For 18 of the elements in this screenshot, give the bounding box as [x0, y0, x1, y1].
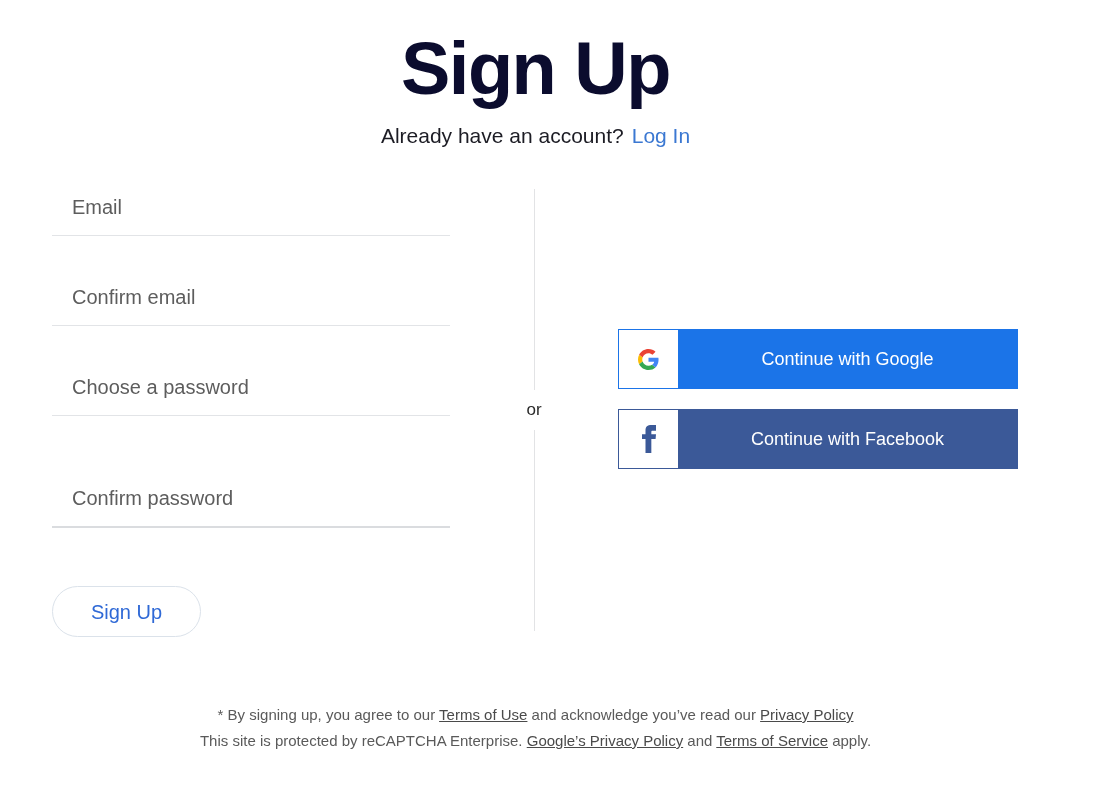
facebook-sign-in-button[interactable]: Continue with Facebook: [618, 409, 1018, 469]
google-sign-in-button[interactable]: Continue with Google: [618, 329, 1018, 389]
legal-link[interactable]: Terms of Use: [439, 706, 528, 723]
legal-link[interactable]: Privacy Policy: [760, 706, 854, 723]
input-field[interactable]: Email: [52, 179, 450, 236]
input-field[interactable]: Confirm password: [52, 471, 450, 528]
legal-link[interactable]: Terms of Service: [716, 732, 828, 749]
divider-label: or: [526, 399, 542, 421]
facebook-logo-icon: [641, 425, 656, 453]
input-field[interactable]: Choose a password: [52, 359, 450, 416]
account-prompt: Already have an account?: [380, 123, 624, 149]
login-link[interactable]: Log In: [631, 122, 691, 149]
sign-up-button[interactable]: Sign Up: [52, 586, 201, 637]
legal-notice: * By signing up, you agree to our Terms of Use and acknowledge you’ve read our Privacy Policy: [216, 705, 855, 725]
legal-notice: This site is protected by reCAPTCHA Enterprise. Google’s Privacy Policy and Terms of Service apply.: [198, 731, 873, 751]
input-field[interactable]: Confirm email: [52, 269, 450, 326]
legal-link[interactable]: Google’s Privacy Policy: [526, 732, 684, 749]
google-logo-icon: [638, 348, 659, 370]
